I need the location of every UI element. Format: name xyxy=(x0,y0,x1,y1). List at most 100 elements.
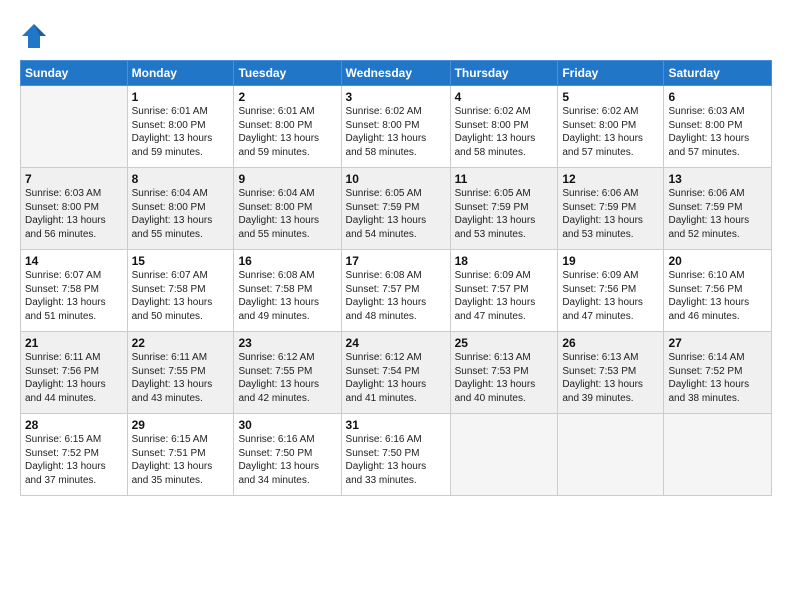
calendar-cell: 12Sunrise: 6:06 AM Sunset: 7:59 PM Dayli… xyxy=(558,168,664,250)
day-info: Sunrise: 6:01 AM Sunset: 8:00 PM Dayligh… xyxy=(238,105,336,159)
weekday-header-tuesday: Tuesday xyxy=(234,61,341,86)
day-number: 4 xyxy=(455,90,554,104)
calendar-cell: 19Sunrise: 6:09 AM Sunset: 7:56 PM Dayli… xyxy=(558,250,664,332)
day-number: 22 xyxy=(132,336,230,350)
calendar-cell: 30Sunrise: 6:16 AM Sunset: 7:50 PM Dayli… xyxy=(234,414,341,496)
weekday-header-friday: Friday xyxy=(558,61,664,86)
calendar-cell xyxy=(450,414,558,496)
weekday-header-wednesday: Wednesday xyxy=(341,61,450,86)
day-info: Sunrise: 6:05 AM Sunset: 7:59 PM Dayligh… xyxy=(346,187,446,241)
day-number: 10 xyxy=(346,172,446,186)
calendar-cell: 23Sunrise: 6:12 AM Sunset: 7:55 PM Dayli… xyxy=(234,332,341,414)
calendar-cell: 28Sunrise: 6:15 AM Sunset: 7:52 PM Dayli… xyxy=(21,414,128,496)
calendar-cell: 21Sunrise: 6:11 AM Sunset: 7:56 PM Dayli… xyxy=(21,332,128,414)
day-info: Sunrise: 6:06 AM Sunset: 7:59 PM Dayligh… xyxy=(668,187,767,241)
day-info: Sunrise: 6:13 AM Sunset: 7:53 PM Dayligh… xyxy=(455,351,554,405)
page: SundayMondayTuesdayWednesdayThursdayFrid… xyxy=(0,0,792,506)
calendar-cell: 1Sunrise: 6:01 AM Sunset: 8:00 PM Daylig… xyxy=(127,86,234,168)
calendar-cell: 31Sunrise: 6:16 AM Sunset: 7:50 PM Dayli… xyxy=(341,414,450,496)
week-row-1: 1Sunrise: 6:01 AM Sunset: 8:00 PM Daylig… xyxy=(21,86,772,168)
day-number: 7 xyxy=(25,172,123,186)
week-row-4: 21Sunrise: 6:11 AM Sunset: 7:56 PM Dayli… xyxy=(21,332,772,414)
logo-icon xyxy=(20,22,48,50)
day-info: Sunrise: 6:10 AM Sunset: 7:56 PM Dayligh… xyxy=(668,269,767,323)
day-number: 25 xyxy=(455,336,554,350)
calendar-cell: 27Sunrise: 6:14 AM Sunset: 7:52 PM Dayli… xyxy=(664,332,772,414)
calendar-cell: 2Sunrise: 6:01 AM Sunset: 8:00 PM Daylig… xyxy=(234,86,341,168)
calendar-cell xyxy=(21,86,128,168)
calendar-cell: 25Sunrise: 6:13 AM Sunset: 7:53 PM Dayli… xyxy=(450,332,558,414)
day-info: Sunrise: 6:02 AM Sunset: 8:00 PM Dayligh… xyxy=(455,105,554,159)
day-number: 12 xyxy=(562,172,659,186)
calendar-cell: 3Sunrise: 6:02 AM Sunset: 8:00 PM Daylig… xyxy=(341,86,450,168)
day-info: Sunrise: 6:01 AM Sunset: 8:00 PM Dayligh… xyxy=(132,105,230,159)
day-info: Sunrise: 6:15 AM Sunset: 7:51 PM Dayligh… xyxy=(132,433,230,487)
weekday-header-monday: Monday xyxy=(127,61,234,86)
day-number: 18 xyxy=(455,254,554,268)
day-info: Sunrise: 6:12 AM Sunset: 7:54 PM Dayligh… xyxy=(346,351,446,405)
week-row-3: 14 Sunrise: 6:07 AM Sunset: 7:58 PM Dayli… xyxy=(21,250,772,332)
day-number: 31 xyxy=(346,418,446,432)
calendar-cell: 13Sunrise: 6:06 AM Sunset: 7:59 PM Dayli… xyxy=(664,168,772,250)
day-number: 21 xyxy=(25,336,123,350)
day-number: 15 xyxy=(132,254,230,268)
calendar-cell: 29Sunrise: 6:15 AM Sunset: 7:51 PM Dayli… xyxy=(127,414,234,496)
day-number: 13 xyxy=(668,172,767,186)
day-number: 8 xyxy=(132,172,230,186)
day-number: 9 xyxy=(238,172,336,186)
calendar-cell: 11Sunrise: 6:05 AM Sunset: 7:59 PM Dayli… xyxy=(450,168,558,250)
calendar-table: SundayMondayTuesdayWednesdayThursdayFrid… xyxy=(20,60,772,496)
day-info: Sunrise: 6:02 AM Sunset: 8:00 PM Dayligh… xyxy=(562,105,659,159)
day-info: Sunrise: 6:09 AM Sunset: 7:56 PM Dayligh… xyxy=(562,269,659,323)
day-info: Sunrise: 6:16 AM Sunset: 7:50 PM Dayligh… xyxy=(238,433,336,487)
day-number: 6 xyxy=(668,90,767,104)
day-number: 27 xyxy=(668,336,767,350)
calendar-cell: 9Sunrise: 6:04 AM Sunset: 8:00 PM Daylig… xyxy=(234,168,341,250)
calendar-cell: 8Sunrise: 6:04 AM Sunset: 8:00 PM Daylig… xyxy=(127,168,234,250)
week-row-5: 28Sunrise: 6:15 AM Sunset: 7:52 PM Dayli… xyxy=(21,414,772,496)
calendar-cell: 16Sunrise: 6:08 AM Sunset: 7:58 PM Dayli… xyxy=(234,250,341,332)
weekday-header-row: SundayMondayTuesdayWednesdayThursdayFrid… xyxy=(21,61,772,86)
day-number: 20 xyxy=(668,254,767,268)
day-info: Sunrise: 6:15 AM Sunset: 7:52 PM Dayligh… xyxy=(25,433,123,487)
day-info: Sunrise: 6:11 AM Sunset: 7:55 PM Dayligh… xyxy=(132,351,230,405)
day-info: Sunrise: 6:06 AM Sunset: 7:59 PM Dayligh… xyxy=(562,187,659,241)
day-info: Sunrise: 6:11 AM Sunset: 7:56 PM Dayligh… xyxy=(25,351,123,405)
day-number: 14 xyxy=(25,254,123,268)
day-info: Sunrise: 6:02 AM Sunset: 8:00 PM Dayligh… xyxy=(346,105,446,159)
day-info: Sunrise: 6:16 AM Sunset: 7:50 PM Dayligh… xyxy=(346,433,446,487)
day-info: Sunrise: 6:04 AM Sunset: 8:00 PM Dayligh… xyxy=(132,187,230,241)
weekday-header-thursday: Thursday xyxy=(450,61,558,86)
calendar-cell: 10Sunrise: 6:05 AM Sunset: 7:59 PM Dayli… xyxy=(341,168,450,250)
calendar-cell: 4Sunrise: 6:02 AM Sunset: 8:00 PM Daylig… xyxy=(450,86,558,168)
day-info: Sunrise: 6:07 AM Sunset: 7:58 PM Dayligh… xyxy=(132,269,230,323)
calendar-cell: 15Sunrise: 6:07 AM Sunset: 7:58 PM Dayli… xyxy=(127,250,234,332)
day-number: 16 xyxy=(238,254,336,268)
day-number: 5 xyxy=(562,90,659,104)
header xyxy=(20,18,772,50)
day-info: Sunrise: 6:13 AM Sunset: 7:53 PM Dayligh… xyxy=(562,351,659,405)
calendar-cell: 26Sunrise: 6:13 AM Sunset: 7:53 PM Dayli… xyxy=(558,332,664,414)
logo xyxy=(20,22,52,50)
calendar-cell: 6Sunrise: 6:03 AM Sunset: 8:00 PM Daylig… xyxy=(664,86,772,168)
calendar-cell: 17Sunrise: 6:08 AM Sunset: 7:57 PM Dayli… xyxy=(341,250,450,332)
day-number: 29 xyxy=(132,418,230,432)
day-number: 28 xyxy=(25,418,123,432)
day-number: 3 xyxy=(346,90,446,104)
day-number: 24 xyxy=(346,336,446,350)
weekday-header-saturday: Saturday xyxy=(664,61,772,86)
day-info: Sunrise: 6:05 AM Sunset: 7:59 PM Dayligh… xyxy=(455,187,554,241)
calendar-cell: 20Sunrise: 6:10 AM Sunset: 7:56 PM Dayli… xyxy=(664,250,772,332)
day-number: 30 xyxy=(238,418,336,432)
week-row-2: 7Sunrise: 6:03 AM Sunset: 8:00 PM Daylig… xyxy=(21,168,772,250)
calendar-cell: 7Sunrise: 6:03 AM Sunset: 8:00 PM Daylig… xyxy=(21,168,128,250)
calendar-cell: 14Sunrise: 6:07 AM Sunset: 7:58 PM Dayli… xyxy=(21,250,128,332)
day-info: Sunrise: 6:08 AM Sunset: 7:57 PM Dayligh… xyxy=(346,269,446,323)
day-number: 19 xyxy=(562,254,659,268)
day-info: Sunrise: 6:03 AM Sunset: 8:00 PM Dayligh… xyxy=(668,105,767,159)
day-info: Sunrise: 6:03 AM Sunset: 8:00 PM Dayligh… xyxy=(25,187,123,241)
calendar-cell: 24Sunrise: 6:12 AM Sunset: 7:54 PM Dayli… xyxy=(341,332,450,414)
day-number: 26 xyxy=(562,336,659,350)
calendar-cell xyxy=(558,414,664,496)
day-number: 2 xyxy=(238,90,336,104)
